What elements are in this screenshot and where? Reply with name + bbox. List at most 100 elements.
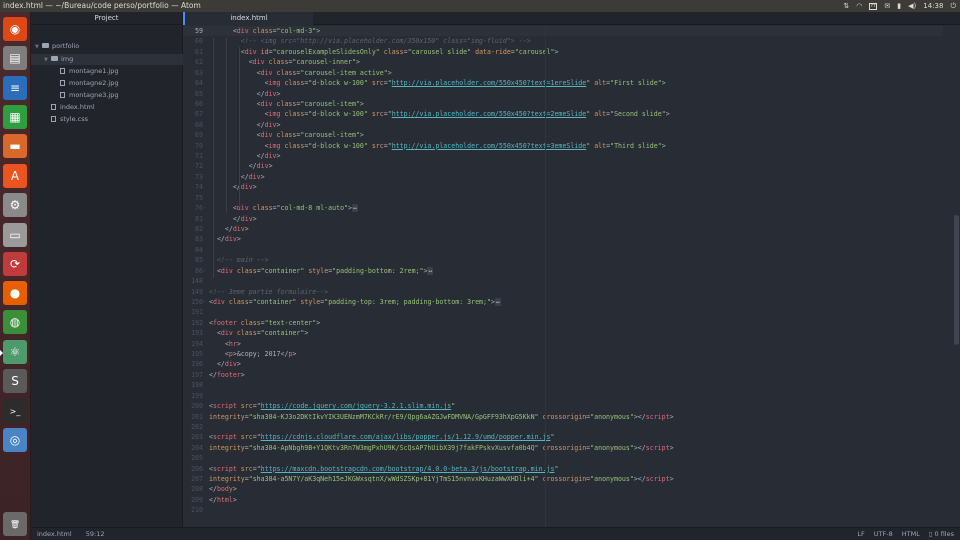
line-number[interactable]: 76 [183, 203, 203, 213]
line-number[interactable]: 194 [183, 339, 203, 349]
impress-icon[interactable]: ▬ [3, 134, 27, 158]
tree-file-index-html[interactable]: index.html [31, 102, 95, 113]
slack-icon[interactable]: S [3, 369, 27, 393]
code-line[interactable]: 199 [183, 391, 943, 401]
ubuntu-dash-icon[interactable]: ◉ [3, 17, 27, 41]
line-number[interactable]: 208 [183, 484, 203, 494]
status-line-ending[interactable]: LF [857, 528, 864, 540]
settings-icon[interactable]: ⚙ [3, 193, 27, 217]
code-line[interactable]: 206 <script src="https://maxcdn.bootstrap… [183, 464, 943, 474]
code-line[interactable]: 201 integrity="sha384-KJ3o2DKtIkvYIK3UENz… [183, 412, 943, 422]
code-line[interactable]: 75 [183, 193, 943, 203]
line-number[interactable]: 67 [183, 109, 203, 119]
code-line[interactable]: 196 </div> [183, 359, 943, 369]
mail-icon[interactable]: ✉ [884, 0, 890, 12]
code-line[interactable]: 61 <div id="carouselExampleSlidesOnly" c… [183, 47, 943, 57]
code-line[interactable]: 205 [183, 453, 943, 463]
status-git-files[interactable]: ▯ 0 files [929, 528, 954, 540]
code-line[interactable]: 194 <hr> [183, 339, 943, 349]
line-number[interactable]: 69 [183, 130, 203, 140]
software-center-icon[interactable]: A [3, 164, 27, 188]
line-number[interactable]: 60 [183, 36, 203, 46]
line-number[interactable]: 195 [183, 349, 203, 359]
code-line[interactable]: 192 <footer class="text-center"> [183, 318, 943, 328]
line-number[interactable]: 82 [183, 224, 203, 234]
code-line[interactable]: 86 › <div class="container" style="paddin… [183, 266, 943, 276]
line-number[interactable]: 63 [183, 68, 203, 78]
code-line[interactable]: 193 <div class="container"> [183, 328, 943, 338]
chevron-down-icon[interactable]: ▼ [44, 55, 51, 66]
code-line[interactable]: 60 <!-- <img src="http://via.placeholder… [183, 36, 943, 46]
line-number[interactable]: 85 [183, 255, 203, 265]
code-line[interactable]: 71 </div> [183, 151, 943, 161]
status-cursor-position[interactable]: 59:12 [86, 530, 105, 538]
vertical-scrollbar[interactable] [953, 25, 960, 527]
code-line[interactable]: 72 </div> [183, 161, 943, 171]
line-number[interactable]: 150 [183, 297, 203, 307]
line-number[interactable]: 65 [183, 89, 203, 99]
code-line[interactable]: 200 <script src="https://code.jquery.com/… [183, 401, 943, 411]
updater-icon[interactable]: ⟳ [3, 252, 27, 276]
scrollbar-thumb[interactable] [954, 215, 959, 345]
network-icon[interactable]: ⇅ [843, 0, 849, 12]
code-line[interactable]: 85 <!-- main --> [183, 255, 943, 265]
line-number[interactable]: 191 [183, 307, 203, 317]
line-number[interactable]: 72 [183, 161, 203, 171]
clock[interactable]: 14:38 [923, 0, 943, 12]
tab-index-html[interactable]: index.html [183, 12, 313, 25]
code-line[interactable]: 68 </div> [183, 120, 943, 130]
line-number[interactable]: 197 [183, 370, 203, 380]
trash-icon[interactable]: 🗑 [3, 512, 27, 536]
line-number[interactable]: 200 [183, 401, 203, 411]
volume-icon[interactable]: ◀) [908, 0, 916, 12]
code-line[interactable]: 210 [183, 505, 943, 515]
chevron-down-icon[interactable]: ▼ [35, 42, 42, 53]
line-number[interactable]: 148 [183, 276, 203, 286]
wifi-icon[interactable]: ◠ [856, 0, 862, 12]
fold-ellipsis-icon[interactable]: ↔ [427, 266, 434, 275]
code-line[interactable]: 69 <div class="carousel-item"> [183, 130, 943, 140]
code-line[interactable]: 191 [183, 307, 943, 317]
code-line[interactable]: 149 <!-- 3eme partie formulaire--> [183, 287, 943, 297]
chrome-icon[interactable]: ◍ [3, 310, 27, 334]
line-number[interactable]: 64 [183, 78, 203, 88]
code-line[interactable]: 202 [183, 422, 943, 432]
status-file-name[interactable]: index.html [37, 530, 72, 538]
line-number[interactable]: 209 [183, 495, 203, 505]
line-number[interactable]: 199 [183, 391, 203, 401]
line-number[interactable]: 207 [183, 474, 203, 484]
line-number[interactable]: 75 [183, 193, 203, 203]
code-area[interactable]: 59 <div class="col-md-3"> 60 <!-- <img sr… [183, 25, 960, 527]
line-number[interactable]: 198 [183, 380, 203, 390]
tree-file-montagne1-jpg[interactable]: montagne1.jpg [31, 66, 118, 77]
code-line[interactable]: 64 <img class="d-block w-100" src="http:… [183, 78, 943, 88]
fold-ellipsis-icon[interactable]: ↔ [352, 204, 358, 213]
code-line[interactable]: 63 <div class="carousel-item active"> [183, 68, 943, 78]
line-number[interactable]: 83 [183, 234, 203, 244]
status-encoding[interactable]: UTF-8 [874, 528, 893, 540]
tree-file-montagne3-jpg[interactable]: montagne3.jpg [31, 90, 118, 101]
tree-file-montagne2-jpg[interactable]: montagne2.jpg [31, 78, 118, 89]
line-number[interactable]: 71 [183, 151, 203, 161]
atom-icon[interactable]: ⚛ [0, 340, 27, 364]
code-line[interactable]: 203 <script src="https://cdnjs.cloudflare… [183, 432, 943, 442]
code-line[interactable]: 76 › <div class="col-md-8 ml-auto">↔ [183, 203, 943, 213]
code-line[interactable]: 204 integrity="sha384-ApNbgh9B+Y1QKtv3Rn7… [183, 443, 943, 453]
line-number[interactable]: 205 [183, 453, 203, 463]
line-number[interactable]: 196 [183, 359, 203, 369]
line-number[interactable]: 193 [183, 328, 203, 338]
line-number[interactable]: 192 [183, 318, 203, 328]
code-line[interactable]: 83 </div> [183, 234, 943, 244]
line-number[interactable]: 70 [183, 141, 203, 151]
line-number[interactable]: 68 [183, 120, 203, 130]
line-number[interactable]: 86 [183, 266, 203, 276]
code-line[interactable]: 62 <div class="carousel-inner"> [183, 57, 943, 67]
firefox-icon[interactable]: ● [3, 281, 27, 305]
tree-view-header[interactable]: Project [31, 12, 182, 25]
writer-icon[interactable]: ≡ [3, 76, 27, 100]
power-icon[interactable]: ⏻ [950, 0, 956, 12]
code-line[interactable]: 82 </div> [183, 224, 943, 234]
code-line[interactable]: 198 [183, 380, 943, 390]
line-number[interactable]: 206 [183, 464, 203, 474]
code-line[interactable]: 207 integrity="sha384-a5N7Y/aK3qNeh15eJKG… [183, 474, 943, 484]
